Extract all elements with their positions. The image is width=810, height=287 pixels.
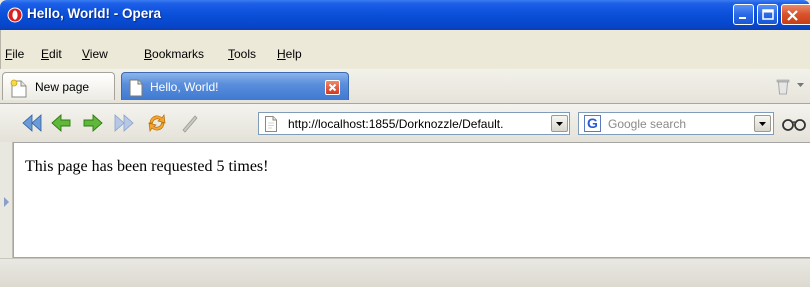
address-dropdown-button[interactable] xyxy=(551,115,568,132)
chevron-down-icon[interactable] xyxy=(797,83,804,88)
edit-pencil-icon[interactable] xyxy=(178,112,202,134)
navigation-toolbar: http://localhost:1855/Dorknozzle/Default… xyxy=(0,104,810,142)
menu-view[interactable]: View xyxy=(82,47,108,61)
menu-bar: File Edit View Bookmarks Tools Help xyxy=(0,30,810,69)
chevron-down-icon xyxy=(759,122,766,126)
close-window-button[interactable] xyxy=(781,4,810,25)
page-message: This page has been requested 5 times! xyxy=(25,158,269,175)
menu-file[interactable]: File xyxy=(5,47,24,61)
search-dropdown-button[interactable] xyxy=(754,115,771,132)
reload-icon[interactable] xyxy=(145,112,169,134)
opera-logo-icon xyxy=(7,7,23,23)
search-box[interactable]: G Google search xyxy=(578,112,774,135)
close-icon xyxy=(787,10,798,21)
tab-label: New page xyxy=(35,80,90,94)
chevron-right-icon[interactable] xyxy=(4,197,9,207)
menu-edit[interactable]: Edit xyxy=(41,47,62,61)
google-icon[interactable]: G xyxy=(584,115,601,132)
menu-help[interactable]: Help xyxy=(277,47,302,61)
tab-label: Hello, World! xyxy=(150,80,219,94)
search-input[interactable]: Google search xyxy=(608,117,686,131)
title-bar[interactable]: Hello, World! - Opera xyxy=(0,0,810,30)
address-bar[interactable]: http://localhost:1855/Dorknozzle/Default… xyxy=(258,112,570,135)
close-icon xyxy=(328,83,337,92)
chevron-down-icon xyxy=(556,122,563,126)
fast-forward-icon[interactable] xyxy=(112,112,136,134)
status-bar xyxy=(0,258,810,287)
minimize-button[interactable] xyxy=(733,4,754,25)
new-page-icon xyxy=(10,79,27,98)
glasses-icon[interactable] xyxy=(781,116,807,132)
back-arrow-icon[interactable] xyxy=(49,112,73,134)
maximize-button[interactable] xyxy=(757,4,778,25)
tab-bar: New page Hello, World! xyxy=(0,69,810,104)
window-title: Hello, World! - Opera xyxy=(27,6,162,21)
page-icon xyxy=(265,116,277,132)
minimize-icon xyxy=(739,17,746,19)
trash-icon[interactable] xyxy=(775,77,791,95)
close-tab-button[interactable] xyxy=(325,80,340,95)
tab-hello-world[interactable]: Hello, World! xyxy=(121,72,349,100)
page-icon xyxy=(129,79,143,97)
rewind-icon[interactable] xyxy=(20,112,44,134)
menu-bookmarks[interactable]: Bookmarks xyxy=(144,47,204,61)
page-content: This page has been requested 5 times! xyxy=(13,142,810,258)
forward-arrow-icon[interactable] xyxy=(81,112,105,134)
menu-tools[interactable]: Tools xyxy=(228,47,256,61)
maximize-icon xyxy=(762,9,774,20)
address-input[interactable]: http://localhost:1855/Dorknozzle/Default… xyxy=(288,117,550,131)
tab-new-page[interactable]: New page xyxy=(2,72,115,100)
